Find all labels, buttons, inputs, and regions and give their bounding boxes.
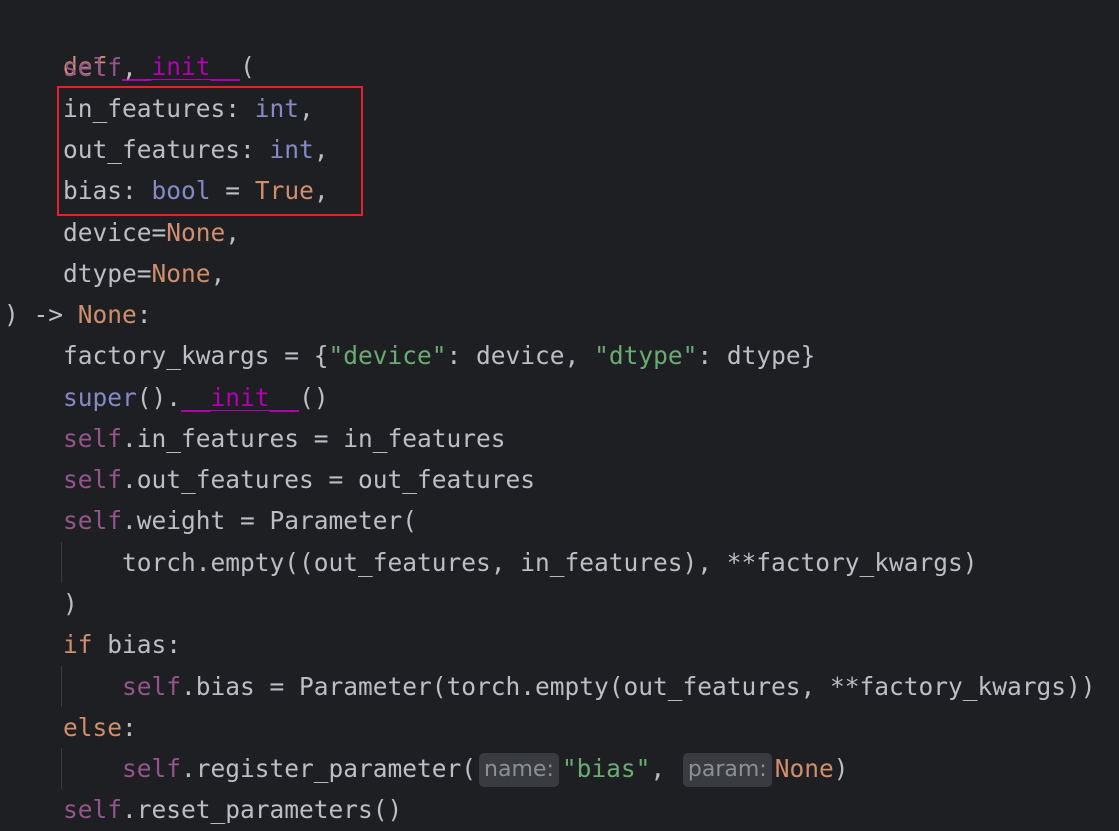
punctuation: ,: [210, 259, 226, 288]
code-text: .out_features = out_features: [122, 465, 536, 494]
code-text: factory_kwargs = {: [63, 341, 329, 370]
self-keyword: self: [63, 795, 123, 824]
punctuation: ,: [225, 218, 241, 247]
code-text: .in_features = in_features: [122, 424, 506, 453]
keyword-if: if: [63, 630, 93, 659]
punctuation: :: [122, 713, 137, 742]
builtin-super: super: [63, 383, 137, 412]
param-name: dtype=: [63, 259, 152, 288]
dunder-init: __init__: [181, 383, 300, 412]
string-literal: "device": [328, 341, 447, 370]
code-text: .bias = Parameter(torch.empty(out_featur…: [181, 672, 1096, 701]
code-line-assign-out-features[interactable]: self.out_features = out_features: [4, 459, 535, 500]
self-keyword: self: [63, 53, 123, 82]
code-line-factory-kwargs[interactable]: factory_kwargs = {"device": device, "dty…: [4, 335, 815, 376]
code-line-super-init[interactable]: super().__init__(): [4, 377, 329, 418]
close-paren: ): [833, 754, 849, 783]
self-keyword: self: [122, 672, 182, 701]
code-text: .register_parameter(: [181, 754, 477, 783]
code-text: torch.empty((out_features, in_features),…: [122, 548, 978, 577]
code-editor[interactable]: def __init__( self, in_features: int, ou…: [0, 0, 1119, 831]
keyword-else: else: [63, 713, 123, 742]
self-keyword: self: [63, 424, 123, 453]
self-keyword: self: [63, 465, 123, 494]
param-name: device=: [63, 218, 167, 247]
code-line-if-bias[interactable]: if bias:: [4, 624, 181, 665]
code-text: : device,: [446, 341, 595, 370]
self-keyword: self: [63, 506, 123, 535]
code-line-assign-bias[interactable]: self.bias = Parameter(torch.empty(out_fe…: [4, 666, 1096, 707]
code-text: bias:: [92, 630, 182, 659]
punctuation: ,: [122, 53, 137, 82]
string-literal: "dtype": [594, 341, 698, 370]
literal-none: None: [77, 300, 137, 329]
code-line-self-param[interactable]: self,: [4, 47, 137, 88]
punctuation: ,: [650, 754, 666, 783]
code-line-return-annotation[interactable]: ) -> None:: [4, 294, 152, 335]
inlay-hint-param: param:: [682, 753, 772, 787]
code-text: (): [299, 383, 329, 412]
code-line-device[interactable]: device=None,: [4, 212, 240, 253]
code-text: ().: [136, 383, 182, 412]
function-name-init: __init__: [122, 52, 241, 81]
string-literal: "bias": [561, 754, 651, 783]
code-line-reset-parameters[interactable]: self.reset_parameters(): [4, 789, 402, 830]
close-paren: ): [63, 589, 78, 618]
literal-none: None: [166, 218, 226, 247]
code-line-assign-weight[interactable]: self.weight = Parameter(: [4, 500, 417, 541]
code-text: : dtype}: [697, 341, 816, 370]
code-line-else[interactable]: else:: [4, 707, 137, 748]
highlight-box: [57, 86, 363, 216]
code-text: .weight = Parameter(: [122, 506, 418, 535]
code-line-dtype[interactable]: dtype=None,: [4, 253, 225, 294]
code-line-def[interactable]: def __init__(: [4, 5, 255, 81]
code-line-close-paren[interactable]: ): [4, 583, 78, 624]
literal-none: None: [774, 754, 834, 783]
code-line-torch-empty[interactable]: torch.empty((out_features, in_features),…: [4, 542, 978, 583]
self-keyword: self: [122, 754, 182, 783]
literal-none: None: [151, 259, 211, 288]
open-paren: (: [240, 52, 255, 81]
close-paren-arrow: ) ->: [4, 300, 78, 329]
punctuation: :: [136, 300, 152, 329]
code-text: .reset_parameters(): [122, 795, 403, 824]
code-line-assign-in-features[interactable]: self.in_features = in_features: [4, 418, 506, 459]
code-line-register-parameter[interactable]: self.register_parameter(name: "bias", par…: [4, 748, 849, 789]
inlay-hint-name: name:: [479, 753, 559, 787]
